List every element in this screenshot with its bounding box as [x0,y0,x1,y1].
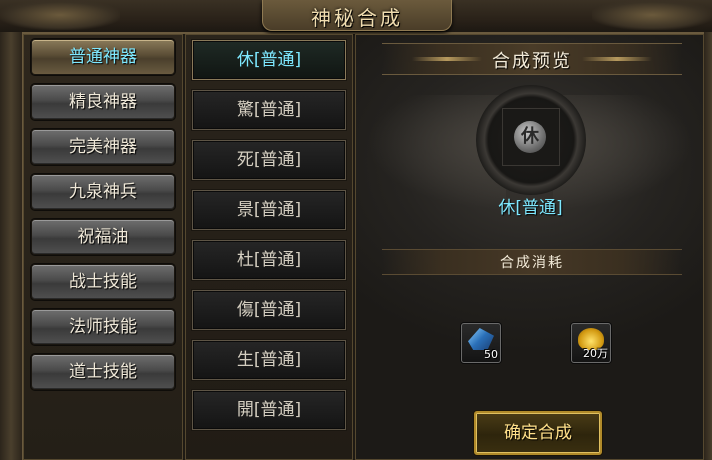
item-jing-view[interactable]: 景[普通] [192,190,346,230]
synthesis-window: 神秘合成 普通神器 精良神器 完美神器 九泉神兵 祝福油 战士技能 法师技能 道… [0,0,712,460]
cost-material-gold[interactable]: 20万 [571,323,611,363]
category-tab-warrior-skill[interactable]: 战士技能 [31,264,175,300]
dragon-ornament-left [0,0,120,30]
cost-material-crystal[interactable]: 50 [461,323,501,363]
category-tab-mage-skill[interactable]: 法师技能 [31,309,175,345]
rune-stone-icon[interactable]: 休 [514,121,546,153]
cost-amount: 20万 [583,347,608,360]
item-si[interactable]: 死[普通] [192,140,346,180]
category-tab-jiuquan-weapon[interactable]: 九泉神兵 [31,174,175,210]
frame-right [704,32,712,460]
category-tab-normal-artifact[interactable]: 普通神器 [31,39,175,75]
item-jing-fear[interactable]: 驚[普通] [192,90,346,130]
category-list: 普通神器 精良神器 完美神器 九泉神兵 祝福油 战士技能 法师技能 道士技能 [23,34,183,460]
category-tab-fine-artifact[interactable]: 精良神器 [31,84,175,120]
category-tab-perfect-artifact[interactable]: 完美神器 [31,129,175,165]
title-bar: 神秘合成 [0,0,712,34]
title-plate: 神秘合成 [262,0,452,31]
cost-header: 合成消耗 [382,249,682,275]
preview-title: 合成预览 [492,51,572,72]
preview-panel: 合成预览 休 休[普通] 合成消耗 50 20万 确定合成 [355,34,704,460]
cost-amount: 50 [484,348,498,361]
item-sheng[interactable]: 生[普通] [192,340,346,380]
result-item-name: 休[普通] [498,198,563,218]
category-tab-blessing-oil[interactable]: 祝福油 [31,219,175,255]
crystal-icon [468,328,494,350]
frame-left [0,32,23,460]
item-xiu[interactable]: 休[普通] [192,40,346,80]
window-title: 神秘合成 [311,6,403,30]
item-list: 休[普通] 驚[普通] 死[普通] 景[普通] 杜[普通] 傷[普通] 生[普通… [185,34,353,460]
preview-header: 合成预览 [382,43,682,75]
item-shang[interactable]: 傷[普通] [192,290,346,330]
dragon-ornament-right [592,0,712,30]
confirm-synthesis-button[interactable]: 确定合成 [474,411,602,455]
item-du[interactable]: 杜[普通] [192,240,346,280]
category-tab-taoist-skill[interactable]: 道士技能 [31,354,175,390]
cost-title: 合成消耗 [500,255,564,271]
item-kai[interactable]: 開[普通] [192,390,346,430]
